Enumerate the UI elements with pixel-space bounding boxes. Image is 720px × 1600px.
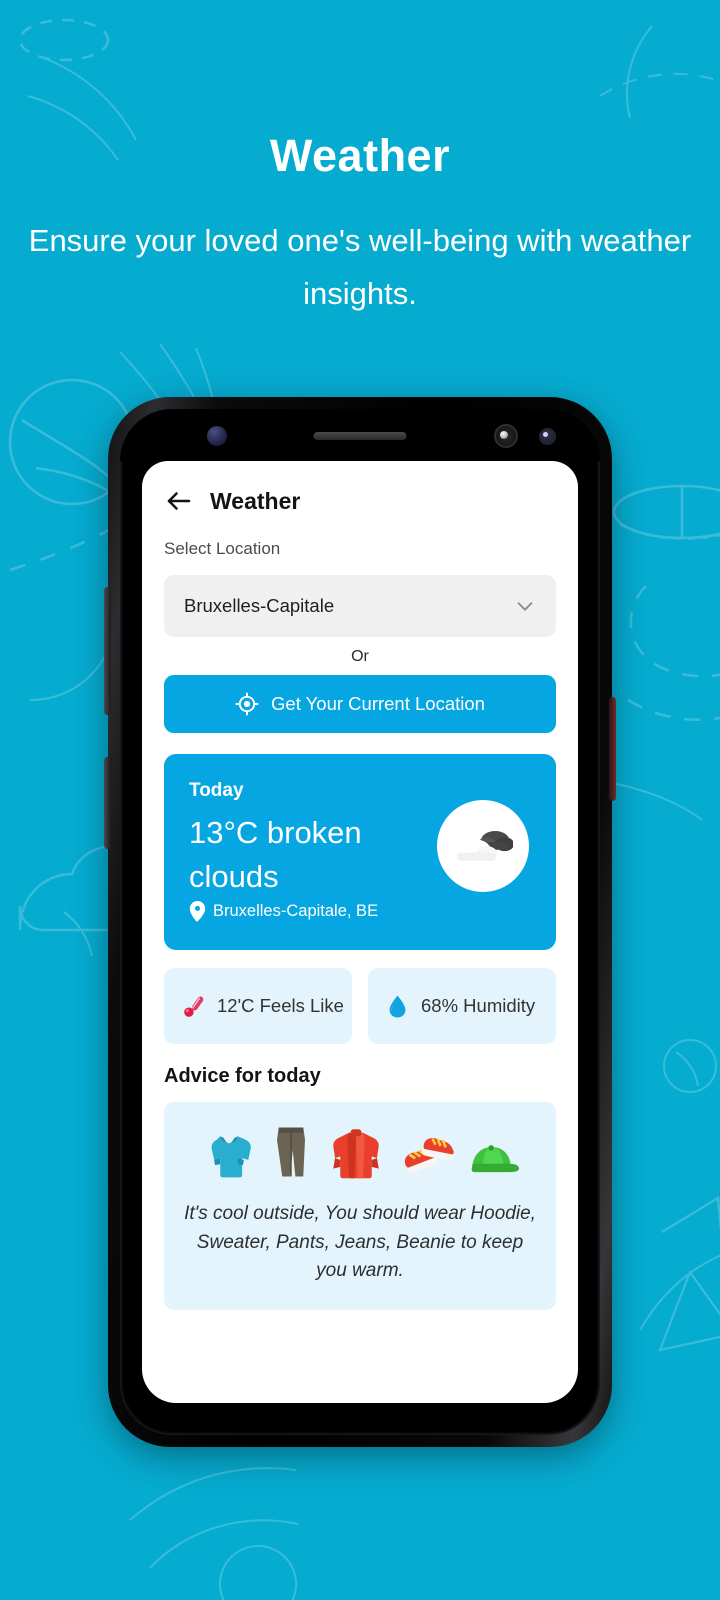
today-weather-card: Today 13°C broken clouds Bruxelles-Capit…	[164, 754, 556, 950]
front-camera-icon	[494, 424, 518, 448]
phone-bezel: Weather Select Location Bruxelles-Capita…	[120, 409, 600, 1435]
page-title: Weather	[210, 487, 301, 514]
map-pin-icon	[189, 901, 206, 922]
today-summary: 13°C broken clouds	[189, 815, 362, 895]
today-location-text: Bruxelles-Capitale, BE	[213, 902, 379, 920]
advice-clothing-icons	[184, 1124, 536, 1180]
water-drop-icon	[389, 995, 406, 1017]
phone-hardware-strip	[120, 409, 600, 461]
power-side-button[interactable]	[609, 697, 616, 801]
stat-chip-feels-like-label: 12'C Feels Like	[217, 995, 344, 1016]
promo-subtitle: Ensure your loved one's well-being with …	[28, 223, 692, 311]
phone-screen: Weather Select Location Bruxelles-Capita…	[142, 461, 578, 1403]
sweater-emoji	[211, 1136, 251, 1178]
thermometer-icon	[184, 996, 204, 1017]
promo-title: Weather	[269, 130, 451, 181]
weather-stats-row: 12'C Feels Like 68% Humidity	[164, 968, 556, 1044]
location-select[interactable]: Bruxelles-Capitale	[164, 575, 556, 637]
get-current-location-button[interactable]: Get Your Current Location	[164, 675, 556, 733]
select-location-label: Select Location	[164, 539, 281, 558]
stat-chip-humidity-label: 68% Humidity	[421, 995, 536, 1016]
chevron-down-icon	[517, 602, 533, 611]
running-shoe-emoji	[404, 1137, 454, 1173]
jeans-emoji	[277, 1127, 305, 1177]
or-divider-text: Or	[351, 648, 369, 665]
cap-emoji	[471, 1145, 519, 1173]
stat-chip-feels-like: 12'C Feels Like	[164, 968, 352, 1044]
earpiece-speaker-icon	[313, 432, 407, 440]
broken-clouds-icon	[437, 800, 529, 892]
advice-card: It's cool outside, You should wear Hoodi…	[164, 1102, 556, 1310]
advice-text: It's cool outside, You should wear Hoodi…	[184, 1203, 536, 1281]
location-select-value: Bruxelles-Capitale	[184, 595, 335, 616]
promo-header: Weather Ensure your loved one's well-bei…	[0, 0, 720, 320]
proximity-sensor-icon	[207, 426, 227, 446]
coat-emoji	[333, 1129, 379, 1179]
arrow-left-icon[interactable]	[164, 486, 194, 516]
volume-rocker-button[interactable]	[104, 587, 111, 715]
broken-clouds-glyph	[454, 831, 513, 862]
today-location: Bruxelles-Capitale, BE	[189, 901, 378, 922]
today-heading: Today	[189, 780, 244, 801]
iris-scanner-icon	[539, 428, 556, 445]
phone-mockup: Weather Select Location Bruxelles-Capita…	[104, 397, 616, 1447]
stat-chip-humidity: 68% Humidity	[368, 968, 556, 1044]
gps-crosshair-icon	[235, 692, 259, 716]
assistant-side-button[interactable]	[104, 757, 111, 849]
get-current-location-label: Get Your Current Location	[271, 693, 485, 714]
app-bar: Weather	[164, 461, 556, 535]
advice-section-title: Advice for today	[164, 1065, 321, 1087]
